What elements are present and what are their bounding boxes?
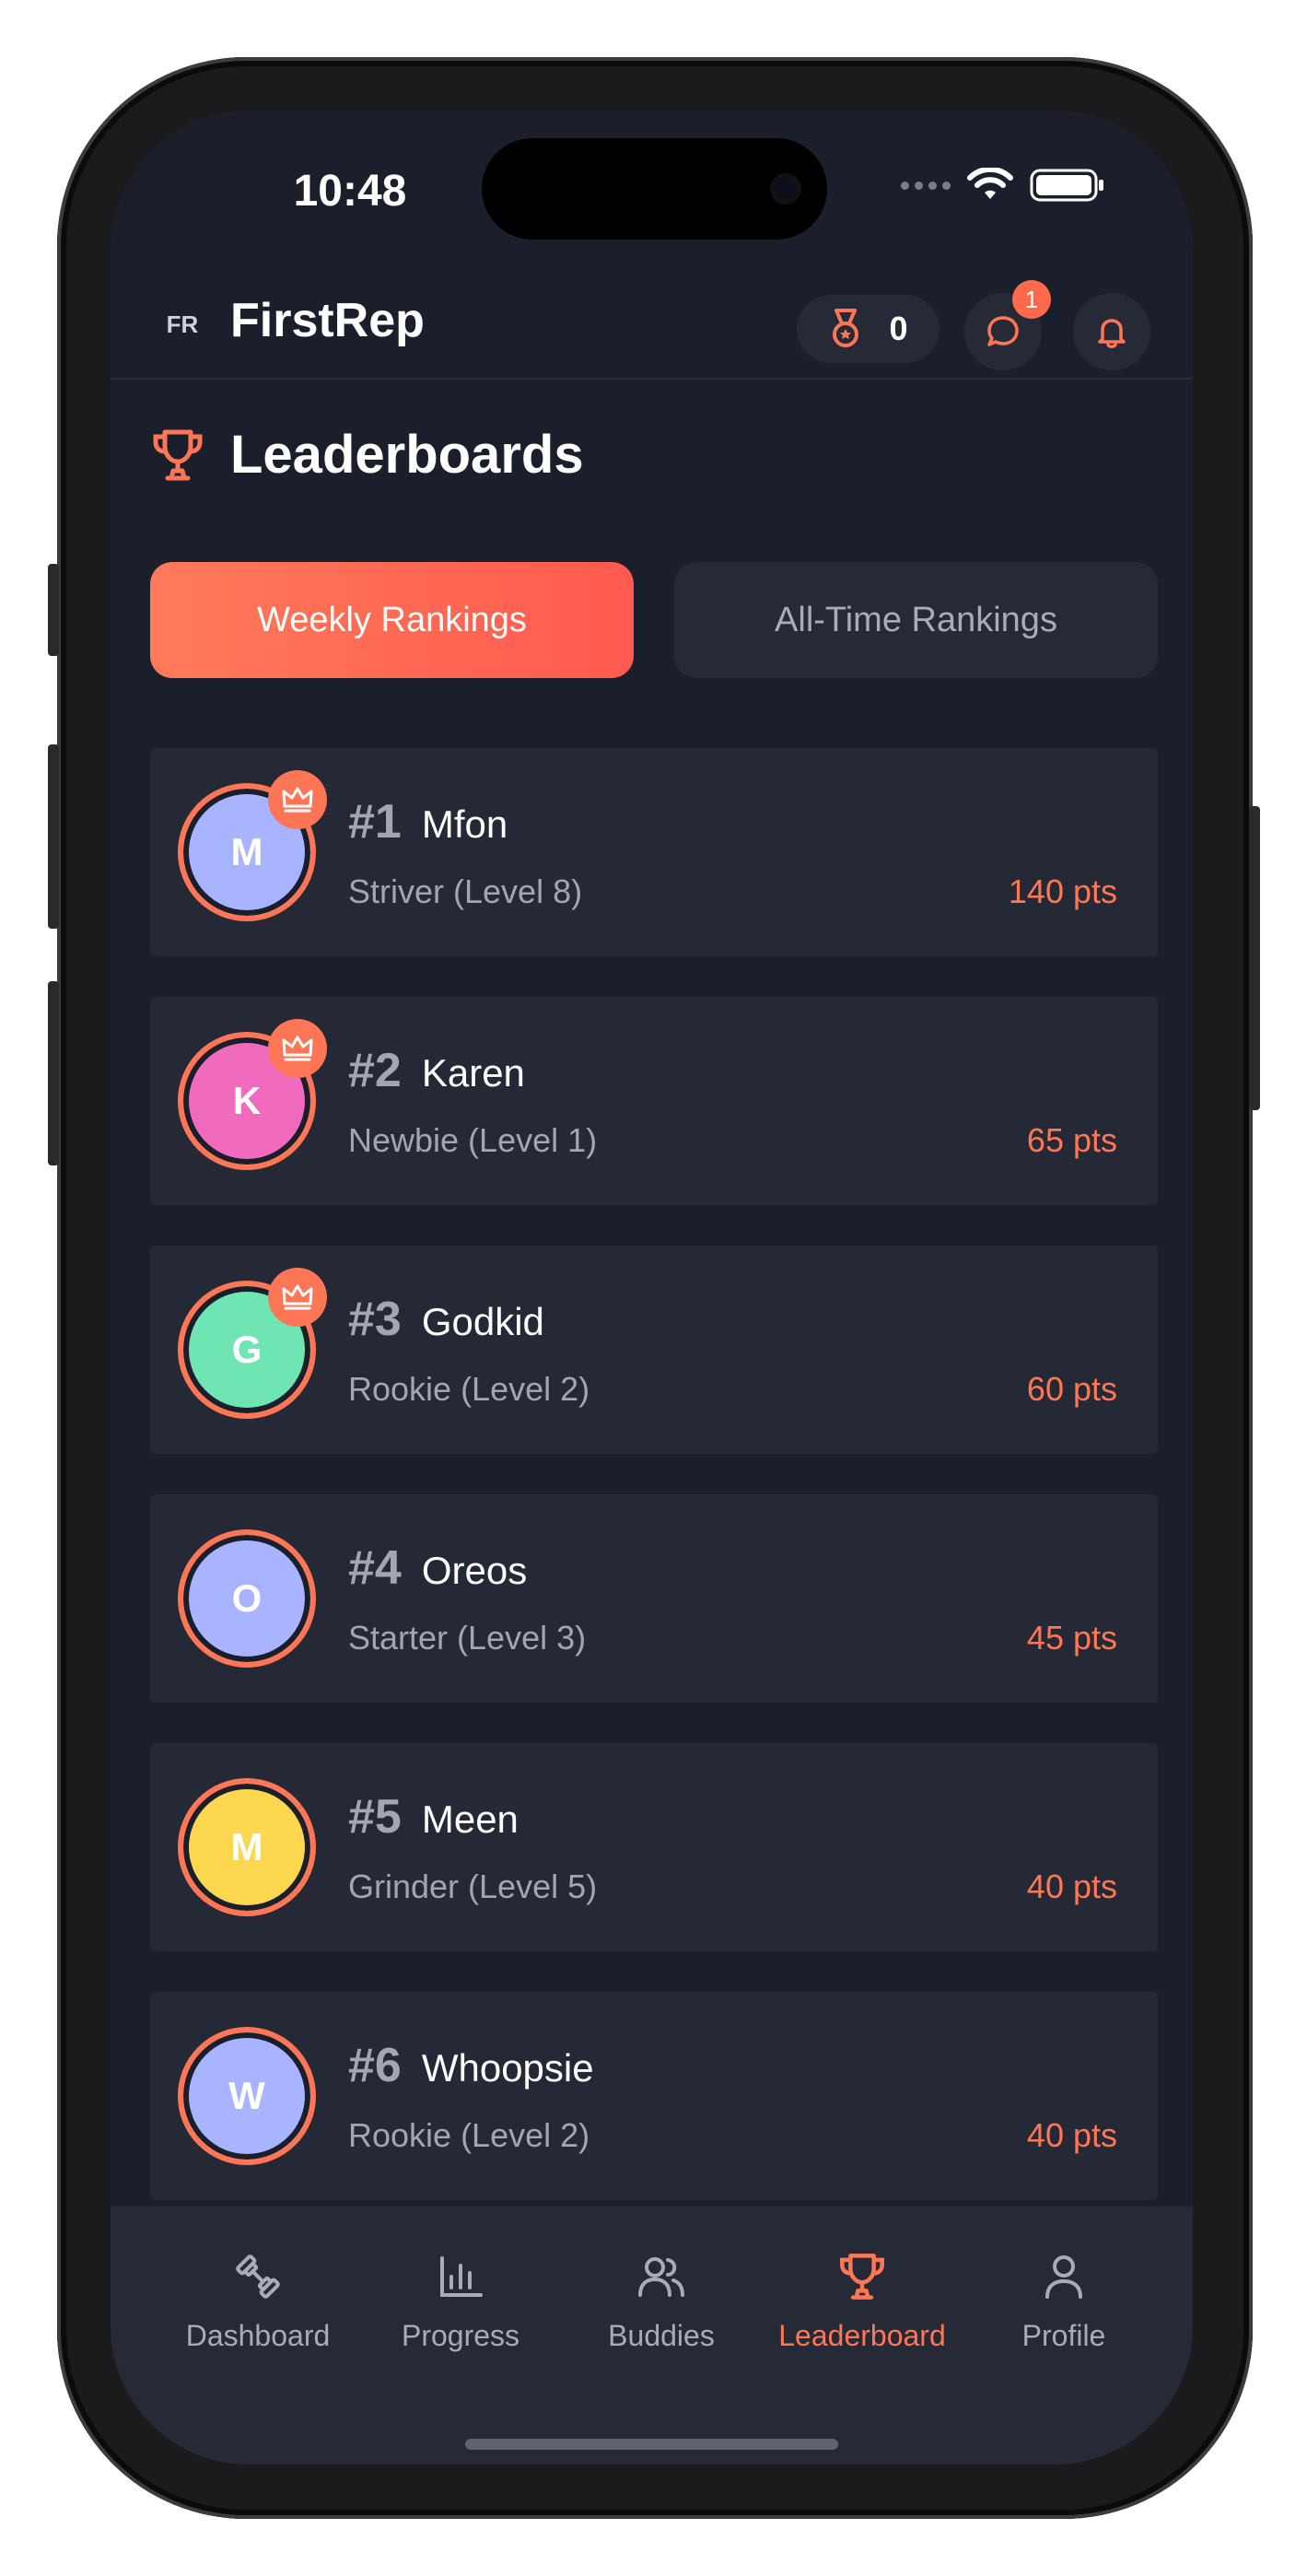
rank-number: #4 [348, 1541, 402, 1595]
nav-buddies[interactable]: Buddies [560, 2251, 763, 2353]
user-name: Karen [421, 1051, 525, 1095]
battery-icon [1030, 169, 1103, 202]
points-value: 0 [889, 310, 908, 347]
avatar: W [178, 2027, 316, 2165]
users-icon [638, 2257, 684, 2297]
rank-number: #5 [348, 1790, 402, 1844]
user-level: Rookie (Level 2) [348, 2116, 590, 2154]
user-level: Starter (Level 3) [348, 1619, 587, 1657]
dynamic-island [482, 138, 827, 240]
signal-icon [901, 181, 951, 190]
wifi-icon [967, 168, 1013, 199]
user-points: 65 pts [1026, 1121, 1117, 1159]
nav-dashboard[interactable]: Dashboard [157, 2251, 359, 2353]
user-points: 45 pts [1026, 1619, 1117, 1657]
leaderboard-row[interactable]: K #2 Karen Newbie (Level 1) 65 pts [150, 997, 1158, 1205]
front-camera [770, 173, 801, 205]
chat-bubble-icon [987, 316, 1019, 346]
rank-heading: #6 Whoopsie [348, 2038, 594, 2093]
nav-label: Progress [401, 2319, 520, 2352]
bottom-nav: Dashboard Progress Buddies Leaderboard P… [111, 2207, 1193, 2465]
nav-label: Dashboard [185, 2319, 331, 2352]
rank-heading: #5 Meen [348, 1789, 519, 1844]
crown-icon [268, 1019, 327, 1078]
points-pill[interactable]: 0 [797, 295, 939, 363]
rank-heading: #1 Mfon [348, 794, 508, 849]
rank-heading: #2 Karen [348, 1043, 525, 1098]
rank-heading: #4 Oreos [348, 1540, 527, 1596]
nav-label: Buddies [608, 2319, 715, 2352]
leaderboard-row[interactable]: M #5 Meen Grinder (Level 5) 40 pts [150, 1743, 1158, 1951]
power-button [1249, 806, 1260, 1110]
leaderboard-row[interactable]: O #4 Oreos Starter (Level 3) 45 pts [150, 1494, 1158, 1703]
home-indicator[interactable] [465, 2439, 838, 2450]
user-level: Newbie (Level 1) [348, 1121, 598, 1159]
dumbbell-icon [236, 2254, 280, 2299]
user-name: Whoopsie [421, 2046, 594, 2090]
messages-button[interactable]: 1 [964, 280, 1051, 370]
user-level: Grinder (Level 5) [348, 1868, 598, 1905]
user-name: Godkid [421, 1300, 544, 1343]
nav-progress[interactable]: Progress [359, 2251, 562, 2353]
rank-number: #6 [348, 2039, 402, 2092]
medal-icon [833, 309, 859, 347]
trophy-icon [153, 429, 203, 480]
user-name: Meen [421, 1797, 519, 1841]
notifications-button[interactable] [1073, 293, 1150, 370]
messages-badge: 1 [1012, 280, 1051, 319]
rank-number: #1 [348, 795, 402, 849]
leaderboard-row[interactable]: W #6 Whoopsie Rookie (Level 2) 40 pts [150, 1992, 1158, 2200]
status-indicators [901, 168, 1105, 203]
nav-label: Profile [1021, 2319, 1106, 2352]
app-header: FR FirstRep 0 1 [111, 267, 1193, 380]
rank-number: #3 [348, 1293, 402, 1346]
app-title: FirstRep [230, 294, 425, 347]
rank-number: #2 [348, 1044, 402, 1097]
bell-icon [1098, 319, 1126, 348]
app-logo[interactable]: FR [158, 300, 206, 348]
app-screen: 10:48 FR FirstRep 0 1 Leaderboards Weekl… [111, 111, 1193, 2465]
rank-heading: #3 Godkid [348, 1292, 544, 1347]
user-level: Rookie (Level 2) [348, 1370, 590, 1408]
user-points: 140 pts [1008, 872, 1117, 910]
avatar: M [178, 1778, 316, 1916]
status-time: 10:48 [293, 167, 407, 216]
leaderboard-row[interactable]: M #1 Mfon Striver (Level 8) 140 pts [150, 748, 1158, 956]
leaderboard-row[interactable]: G #3 Godkid Rookie (Level 2) 60 pts [150, 1246, 1158, 1454]
user-points: 60 pts [1026, 1370, 1117, 1408]
nav-profile[interactable]: Profile [963, 2251, 1165, 2353]
user-points: 40 pts [1026, 2116, 1117, 2154]
tab-all-time-rankings[interactable]: All-Time Rankings [674, 562, 1158, 678]
mute-switch [48, 564, 59, 656]
nav-leaderboard[interactable]: Leaderboard [761, 2251, 963, 2353]
user-level: Striver (Level 8) [348, 872, 583, 910]
crown-icon [268, 770, 327, 829]
user-name: Mfon [421, 802, 508, 846]
nav-label: Leaderboard [778, 2319, 946, 2352]
volume-up-button [48, 744, 59, 929]
tab-weekly-rankings[interactable]: Weekly Rankings [150, 562, 634, 678]
user-points: 40 pts [1026, 1868, 1117, 1905]
trophy-icon [840, 2254, 884, 2300]
user-name: Oreos [421, 1549, 528, 1592]
user-icon [1045, 2255, 1082, 2299]
crown-icon [268, 1268, 327, 1327]
volume-down-button [48, 981, 59, 1165]
avatar: O [178, 1529, 316, 1668]
bar-chart-icon [440, 2256, 483, 2297]
page-title: Leaderboards [230, 425, 584, 485]
page-title-row: Leaderboards [149, 424, 584, 486]
